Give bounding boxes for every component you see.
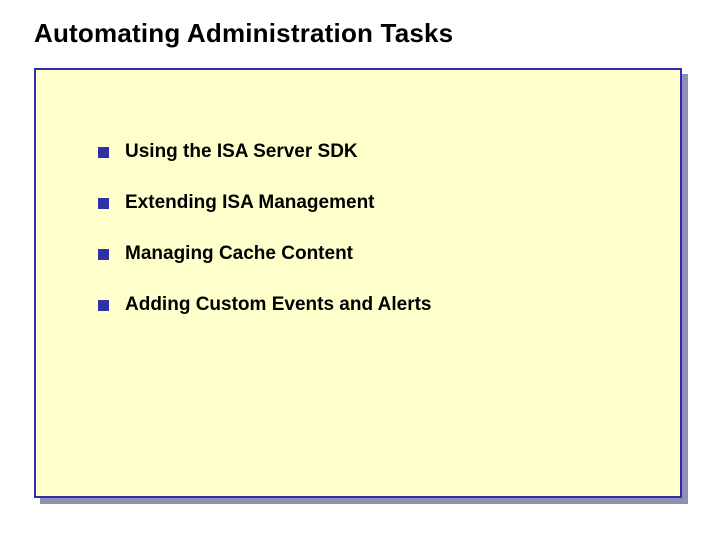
- list-item: Using the ISA Server SDK: [98, 142, 432, 163]
- list-item: Extending ISA Management: [98, 193, 432, 214]
- square-bullet-icon: [98, 300, 109, 311]
- slide: Automating Administration Tasks Using th…: [0, 0, 720, 540]
- list-item-text: Using the ISA Server SDK: [125, 142, 358, 163]
- square-bullet-icon: [98, 147, 109, 158]
- bullet-list: Using the ISA Server SDK Extending ISA M…: [98, 142, 432, 346]
- square-bullet-icon: [98, 198, 109, 209]
- content-panel: Using the ISA Server SDK Extending ISA M…: [34, 68, 682, 498]
- list-item-text: Managing Cache Content: [125, 244, 353, 265]
- list-item: Managing Cache Content: [98, 244, 432, 265]
- page-title: Automating Administration Tasks: [34, 18, 453, 49]
- list-item: Adding Custom Events and Alerts: [98, 295, 432, 316]
- list-item-text: Extending ISA Management: [125, 193, 375, 214]
- list-item-text: Adding Custom Events and Alerts: [125, 295, 432, 316]
- square-bullet-icon: [98, 249, 109, 260]
